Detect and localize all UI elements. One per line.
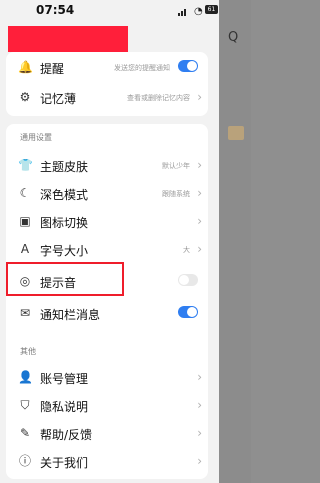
shirt-icon: 👕 — [18, 158, 33, 172]
shield-icon: ⛉ — [20, 398, 30, 412]
background-overlay — [219, 0, 251, 483]
settings-row-hint: 发送您的提醒通知 — [114, 64, 170, 72]
info-icon: ⓘ — [18, 454, 31, 468]
settings-row-dark-mode[interactable]: ☾ 深色模式 跟随系统 › — [6, 180, 208, 208]
settings-row-notification-bar[interactable]: ✉ 通知栏消息 — [6, 300, 208, 328]
settings-row-font-size[interactable]: A 字号大小 大 › — [6, 236, 208, 264]
settings-row-label: 通知栏消息 — [40, 308, 101, 322]
settings-row-hint: 查看或删除记忆内容 — [127, 94, 190, 102]
chevron-right-icon: › — [197, 426, 202, 440]
bell-icon: 🔔 — [18, 60, 33, 74]
feedback-icon: ✎ — [19, 426, 31, 440]
settings-row-label: 提醒 — [40, 62, 65, 76]
battery-icon: 61 — [205, 5, 218, 14]
other-settings-card: 其他 👤 账号管理 › ⛉ 隐私说明 › ✎ 帮助/反馈 › ⓘ 关于我们 › — [6, 336, 208, 479]
settings-row-label: 隐私说明 — [40, 400, 89, 414]
sound-toggle[interactable] — [178, 274, 198, 286]
mail-icon: ✉ — [19, 306, 31, 320]
chevron-right-icon: › — [197, 242, 202, 256]
settings-row-label: 关于我们 — [40, 456, 89, 470]
settings-row-label: 字号大小 — [40, 244, 89, 258]
settings-row-memory-book[interactable]: ⚙ 记忆薄 查看或删除记忆内容 › — [6, 84, 208, 112]
redacted-header — [8, 26, 128, 52]
settings-row-theme[interactable]: 👕 主题皮肤 默认少年 › — [6, 152, 208, 180]
app-icon: ▣ — [19, 214, 31, 228]
top-settings-card: 🔔 提醒 发送您的提醒通知 ⚙ 记忆薄 查看或删除记忆内容 › — [6, 52, 208, 116]
gear-icon: ⚙ — [19, 90, 31, 104]
sound-highlight-box — [6, 262, 124, 296]
settings-row-hint: 大 — [183, 246, 190, 254]
wifi-icon: ◔ — [194, 6, 203, 17]
partial-tab-badge — [228, 126, 244, 140]
signal-icon — [178, 9, 186, 16]
settings-row-label: 图标切换 — [40, 216, 89, 230]
chevron-right-icon: › — [197, 186, 202, 200]
chevron-right-icon: › — [197, 398, 202, 412]
notification-toggle[interactable] — [178, 306, 198, 318]
user-icon: 👤 — [18, 370, 33, 384]
chevron-right-icon: › — [197, 454, 202, 468]
section-title-other: 其他 — [20, 347, 36, 356]
general-settings-card: 通用设置 👕 主题皮肤 默认少年 › ☾ 深色模式 跟随系统 › ▣ 图标切换 … — [6, 124, 208, 350]
search-icon[interactable]: Q — [228, 30, 238, 45]
settings-drawer: 07:54 ◔ 61 🔔 提醒 发送您的提醒通知 ⚙ 记忆薄 查看或删除记忆内容… — [0, 0, 219, 483]
font-size-icon: A — [20, 242, 30, 256]
settings-row-privacy[interactable]: ⛉ 隐私说明 › — [6, 392, 208, 420]
settings-row-reminder[interactable]: 🔔 提醒 发送您的提醒通知 — [6, 54, 208, 82]
settings-row-label: 账号管理 — [40, 372, 89, 386]
chevron-right-icon: › — [197, 214, 202, 228]
chevron-right-icon: › — [197, 158, 202, 172]
settings-row-label: 帮助/反馈 — [40, 428, 93, 442]
chevron-right-icon: › — [197, 370, 202, 384]
moon-icon: ☾ — [19, 186, 31, 200]
settings-row-help-feedback[interactable]: ✎ 帮助/反馈 › — [6, 420, 208, 448]
settings-row-account[interactable]: 👤 账号管理 › — [6, 364, 208, 392]
reminder-toggle[interactable] — [178, 60, 198, 72]
settings-row-label: 深色模式 — [40, 188, 89, 202]
settings-row-hint: 默认少年 — [162, 162, 190, 170]
section-title-general: 通用设置 — [20, 133, 52, 142]
settings-row-label: 记忆薄 — [40, 92, 77, 106]
status-time: 07:54 — [36, 3, 75, 17]
settings-row-about[interactable]: ⓘ 关于我们 › — [6, 448, 208, 476]
status-bar: 07:54 ◔ 61 — [0, 0, 219, 22]
settings-row-icon-switch[interactable]: ▣ 图标切换 › — [6, 208, 208, 236]
settings-row-label: 主题皮肤 — [40, 160, 89, 174]
settings-row-hint: 跟随系统 — [162, 190, 190, 198]
chevron-right-icon: › — [197, 90, 202, 104]
